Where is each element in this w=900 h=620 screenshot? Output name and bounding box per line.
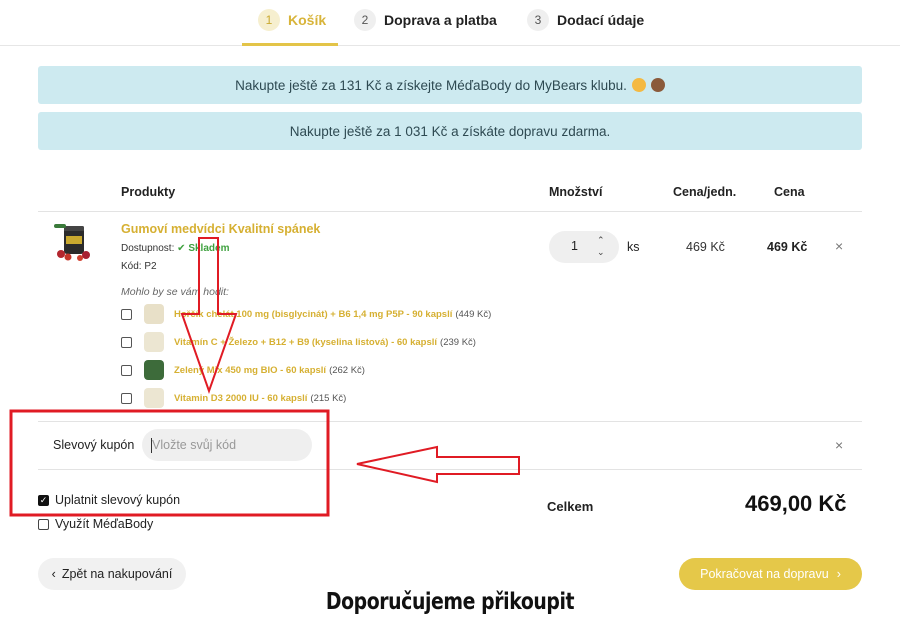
checkmark-icon: ✔	[177, 243, 186, 254]
recommendation-name-link[interactable]: Zelený Mix 450 mg BIO - 60 kapslí	[174, 365, 326, 376]
step-label: Doprava a platba	[384, 12, 497, 28]
unit-price: 469 Kč	[686, 240, 725, 254]
recommendation-name-link[interactable]: Vitamin D3 2000 IU - 60 kapslí	[174, 393, 307, 404]
bear-face-icon	[650, 78, 665, 92]
apply-coupon-checkbox[interactable]	[38, 494, 49, 506]
apply-coupon-label: Uplatnit slevový kupón	[55, 493, 181, 507]
club-banner: Nakupte ještě za 131 Kč a získejte MéďaB…	[38, 66, 862, 104]
step-number: 2	[354, 9, 376, 31]
recommend-heading: Doporučujeme přikoupit	[325, 589, 575, 615]
apply-coupon-option[interactable]: Uplatnit slevový kupón	[38, 493, 180, 507]
product-name-link[interactable]: Gumoví medvídci Kvalitní spánek	[121, 222, 320, 236]
code-value: P2	[144, 261, 157, 272]
recommendation-price: (449 Kč)	[455, 308, 492, 320]
recommendation-checkbox[interactable]	[121, 336, 132, 348]
next-button-label: Pokračovat na dopravu	[700, 567, 829, 581]
coupon-input[interactable]	[142, 429, 312, 461]
product-code: Kód: P2	[121, 261, 157, 272]
total-label: Celkem	[547, 499, 594, 514]
recommendation-item: Hořčík chelát 100 mg (bisglycinát) + B6 …	[121, 304, 491, 324]
recommendation-checkbox[interactable]	[121, 364, 132, 376]
product-image[interactable]	[52, 222, 96, 262]
recommendation-name-link[interactable]: Hořčík chelát 100 mg (bisglycinát) + B6 …	[174, 309, 452, 320]
recommendation-image	[144, 360, 164, 380]
recommendation-item: Vitamin D3 2000 IU - 60 kapslí (215 Kč)	[121, 388, 346, 408]
quantity-stepper[interactable]: 1 ⌃ ⌄	[549, 231, 619, 263]
code-label: Kód:	[121, 261, 142, 272]
shipping-banner-text: Nakupte ještě za 1 031 Kč a získáte dopr…	[289, 123, 611, 139]
text-caret	[151, 438, 152, 453]
chevron-right-icon: ›	[836, 567, 841, 581]
use-points-option[interactable]: Využít MéďaBody	[38, 517, 153, 531]
recommendation-price: (262 Kč)	[329, 364, 365, 376]
recommendation-name-link[interactable]: Vitamín C + Železo + B12 + B9 (kyselina …	[174, 337, 437, 348]
quantity-unit: ks	[627, 240, 640, 254]
continue-to-shipping-button[interactable]: Pokračovat na dopravu ›	[679, 558, 862, 590]
step-shipping-payment[interactable]: 2 Doprava a platba	[354, 8, 497, 46]
recommendation-image	[144, 388, 164, 408]
back-button-label: Zpět na nakupování	[61, 567, 173, 581]
hugging-face-icon	[631, 78, 646, 92]
recommendation-checkbox[interactable]	[121, 392, 132, 404]
quantity-value[interactable]: 1	[571, 239, 578, 253]
line-total: 469 Kč	[767, 240, 808, 254]
chevron-left-icon: ‹	[51, 567, 56, 581]
chevron-down-icon[interactable]: ⌄	[597, 248, 605, 257]
remove-item-close-icon[interactable]: ×	[835, 238, 843, 254]
recommendation-checkbox[interactable]	[121, 308, 132, 320]
shipping-banner: Nakupte ještě za 1 031 Kč a získáte dopr…	[38, 112, 862, 150]
column-quantity: Množství	[549, 185, 603, 199]
column-unit-price: Cena/jedn.	[673, 185, 737, 199]
step-label: Dodací údaje	[557, 12, 645, 28]
availability-value: Skladem	[188, 243, 230, 254]
use-points-label: Využít MéďaBody	[55, 517, 154, 531]
recommendation-item: Vitamín C + Železo + B12 + B9 (kyselina …	[121, 332, 476, 352]
recommendation-price: (239 Kč)	[440, 336, 476, 348]
club-banner-text: Nakupte ještě za 131 Kč a získejte MéďaB…	[235, 77, 627, 93]
checkout-steps: 1 Košík 2 Doprava a platba 3 Dodací údaj…	[0, 0, 900, 46]
divider	[38, 421, 862, 422]
use-points-checkbox[interactable]	[38, 518, 49, 530]
recommendation-image	[144, 332, 164, 352]
step-delivery-details[interactable]: 3 Dodací údaje	[527, 8, 644, 46]
recommendation-image	[144, 304, 164, 324]
clear-coupon-close-icon[interactable]: ×	[835, 437, 843, 453]
step-label: Košík	[288, 12, 327, 28]
step-number: 3	[527, 9, 549, 31]
back-to-shopping-button[interactable]: ‹ Zpět na nakupování	[38, 558, 186, 590]
step-number: 1	[258, 9, 280, 31]
total-value: 469,00 Kč	[745, 491, 847, 516]
column-products: Produkty	[121, 185, 176, 199]
product-availability: Dostupnost: ✔ Skladem	[121, 243, 229, 254]
availability-label: Dostupnost:	[121, 243, 175, 254]
recommendation-price: (215 Kč)	[310, 392, 347, 404]
column-price: Cena	[774, 185, 805, 199]
step-cart[interactable]: 1 Košík	[242, 8, 338, 46]
divider	[38, 469, 862, 470]
coupon-label: Slevový kupón	[53, 438, 135, 452]
recommendations-heading: Mohlo by se vám hodit:	[121, 286, 229, 298]
recommendation-item: Zelený Mix 450 mg BIO - 60 kapslí (262 K…	[121, 360, 365, 380]
chevron-up-icon[interactable]: ⌃	[597, 236, 605, 245]
annotation-left-arrow	[356, 445, 520, 484]
divider	[38, 211, 862, 212]
